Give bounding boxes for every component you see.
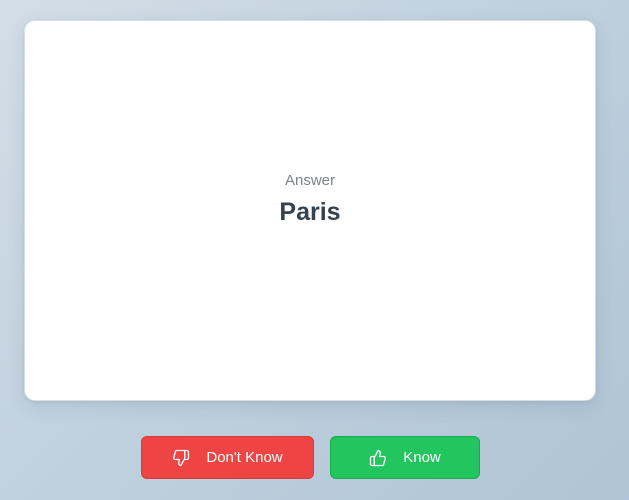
dont-know-button[interactable]: Don't Know <box>141 436 314 479</box>
card-side-label: Answer <box>284 172 336 189</box>
dont-know-label: Don't Know <box>206 449 283 466</box>
thumbs-down-icon <box>172 449 190 467</box>
card-answer-text: Paris <box>279 198 341 226</box>
know-label: Know <box>403 449 441 466</box>
know-button[interactable]: Know <box>330 436 480 479</box>
flashcard[interactable]: Answer Paris <box>24 20 596 401</box>
thumbs-up-icon <box>369 449 387 467</box>
